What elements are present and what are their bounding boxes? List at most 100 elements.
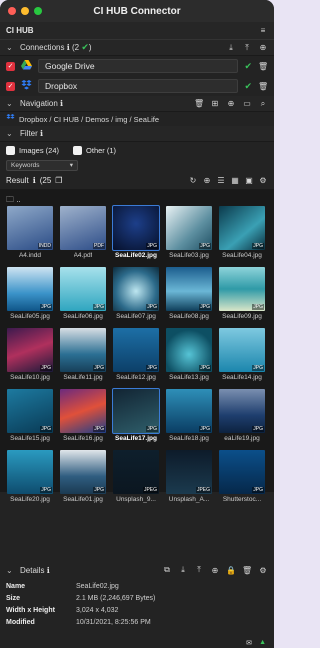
breadcrumb-path[interactable]: Dropbox / CI HUB / Demos / img / SeaLife <box>19 115 159 124</box>
file-thumbnail[interactable]: JPEG <box>166 450 212 494</box>
file-tile[interactable]: JPG SeaLife05.jpg <box>6 267 54 322</box>
upload-icon[interactable]: ⤒ <box>194 565 204 575</box>
file-tile[interactable]: JPG SeaLife04.jpg <box>218 206 266 261</box>
file-tile[interactable]: PDF A4.pdf <box>59 206 107 261</box>
chevron-down-icon[interactable]: ⌄ <box>6 566 14 575</box>
file-thumbnail[interactable]: JPG <box>60 389 106 433</box>
file-thumbnail[interactable]: JPG <box>7 267 53 311</box>
file-thumbnail[interactable]: JPG <box>219 328 265 372</box>
file-thumbnail[interactable]: JPG <box>112 388 160 434</box>
file-tile[interactable]: JPG SeaLife07.jpg <box>112 267 160 322</box>
file-tile[interactable]: JPG Shutterstoc... <box>218 450 266 505</box>
file-tile[interactable]: JPG SeaLife11.jpg <box>59 328 107 383</box>
other-checkbox[interactable] <box>73 145 83 155</box>
navigation-header[interactable]: ⌄ Navigation ℹ 🗑 ⊞ ⊕ ▭ ⌕ <box>0 96 274 112</box>
file-thumbnail[interactable]: JPG <box>112 205 160 251</box>
connections-header[interactable]: ⌄ Connections ℹ (2 ✔) ⤓ ⤒ ⊕ <box>0 40 274 56</box>
connection-row-dropbox[interactable]: ✓ Dropbox ✔ 🗑 <box>0 76 274 96</box>
file-thumbnail[interactable]: JPG <box>219 267 265 311</box>
info-icon[interactable]: ℹ <box>67 43 70 52</box>
zoom-icon[interactable]: ⊕ <box>210 566 220 575</box>
file-thumbnail[interactable]: INDD <box>7 206 53 250</box>
details-header[interactable]: ⌄ Details ℹ ⧉ ⤓ ⤒ ⊕ 🔒 🗑 ⚙ <box>0 560 274 580</box>
upload-icon[interactable]: ⤒ <box>242 43 252 53</box>
chevron-down-icon[interactable]: ⌄ <box>6 99 14 108</box>
image-view-icon[interactable]: ▣ <box>244 176 254 185</box>
google-drive-checkbox[interactable]: ✓ <box>6 61 15 71</box>
file-tile[interactable]: JPG SeaLife02.jpg <box>112 205 160 261</box>
file-thumbnail[interactable]: PDF <box>60 206 106 250</box>
file-tile[interactable]: INDD A4.indd <box>6 206 54 261</box>
file-tile[interactable]: JPG SeaLife13.jpg <box>165 328 213 383</box>
grid-view-icon[interactable]: ▦ <box>230 176 240 185</box>
file-thumbnail[interactable]: JPG <box>219 206 265 250</box>
filter-header[interactable]: ⌄ Filter ℹ <box>0 126 274 142</box>
file-tile[interactable]: JPEG Unsplash_9... <box>112 450 160 505</box>
search-icon[interactable]: ⌕ <box>258 99 268 109</box>
file-tile[interactable]: JPG SeaLife09.jpg <box>218 267 266 322</box>
close-window-button[interactable] <box>8 7 16 15</box>
file-thumbnail[interactable]: JPG <box>166 328 212 372</box>
file-tile[interactable]: JPG eaLife19.jpg <box>218 389 266 444</box>
file-tile[interactable]: JPG SeaLife12.jpg <box>112 328 160 383</box>
zoom-icon[interactable]: ⊕ <box>226 99 236 108</box>
file-thumbnail[interactable]: JPG <box>60 450 106 494</box>
list-view-icon[interactable]: ☰ <box>216 176 226 185</box>
connection-row-google-drive[interactable]: ✓ Google Drive ✔ 🗑 <box>0 56 274 76</box>
refresh-icon[interactable]: ↻ <box>188 176 198 185</box>
file-thumbnail[interactable]: JPG <box>166 389 212 433</box>
info-icon[interactable]: ℹ <box>40 129 43 138</box>
download-icon[interactable]: ⤓ <box>226 43 236 53</box>
trash-icon[interactable]: 🗑 <box>258 62 268 71</box>
zoom-window-button[interactable] <box>34 7 42 15</box>
file-tile[interactable]: JPG SeaLife10.jpg <box>6 328 54 383</box>
file-tile[interactable]: JPG SeaLife15.jpg <box>6 389 54 444</box>
file-thumbnail[interactable]: JPG <box>166 206 212 250</box>
file-tile[interactable]: JPG SeaLife06.jpg <box>59 267 107 322</box>
add-folder-icon[interactable]: ⊞ <box>210 99 220 108</box>
file-tile[interactable]: JPG SeaLife14.jpg <box>218 328 266 383</box>
google-drive-connection[interactable]: Google Drive <box>38 59 239 73</box>
add-icon[interactable]: ⊕ <box>202 176 212 185</box>
parent-folder[interactable]: 🗀 .. <box>0 190 274 204</box>
trash-icon[interactable]: 🗑 <box>258 82 268 91</box>
open-external-icon[interactable]: ⧉ <box>162 565 172 575</box>
add-connection-icon[interactable]: ⊕ <box>258 43 268 52</box>
file-thumbnail[interactable]: JPEG <box>113 450 159 494</box>
file-tile[interactable]: JPG SeaLife18.jpg <box>165 389 213 444</box>
file-tile[interactable]: JPG SeaLife20.jpg <box>6 450 54 505</box>
file-thumbnail[interactable]: JPG <box>166 267 212 311</box>
settings-icon[interactable]: ⚙ <box>258 566 268 575</box>
keywords-dropdown[interactable]: Keywords ▾ <box>6 159 78 171</box>
file-thumbnail[interactable]: JPG <box>60 267 106 311</box>
file-thumbnail[interactable]: JPG <box>113 267 159 311</box>
file-tile[interactable]: JPG SeaLife16.jpg <box>59 389 107 444</box>
images-checkbox[interactable] <box>6 145 15 155</box>
file-tile[interactable]: JPG SeaLife01.jpg <box>59 450 107 505</box>
download-icon[interactable]: ⤓ <box>178 565 188 575</box>
trash-icon[interactable]: 🗑 <box>194 99 204 108</box>
copy-icon[interactable]: ❐ <box>55 176 62 185</box>
chevron-down-icon[interactable]: ⌄ <box>6 129 14 138</box>
info-icon[interactable]: ℹ <box>47 566 50 575</box>
trash-icon[interactable]: 🗑 <box>242 566 252 575</box>
mail-icon[interactable]: ✉ <box>246 639 252 647</box>
file-thumbnail[interactable]: JPG <box>219 450 265 494</box>
info-icon[interactable]: ℹ <box>33 176 36 185</box>
file-thumbnail[interactable]: JPG <box>7 328 53 372</box>
minimize-window-button[interactable] <box>21 7 29 15</box>
file-tile[interactable]: JPG SeaLife03.jpg <box>165 206 213 261</box>
info-icon[interactable]: ℹ <box>60 99 63 108</box>
file-thumbnail[interactable]: JPG <box>113 328 159 372</box>
chevron-down-icon[interactable]: ⌄ <box>6 43 14 52</box>
file-tile[interactable]: JPEG Unsplash_A... <box>165 450 213 505</box>
file-thumbnail[interactable]: JPG <box>60 328 106 372</box>
dropbox-checkbox[interactable]: ✓ <box>6 81 15 91</box>
file-thumbnail[interactable]: JPG <box>7 389 53 433</box>
dropbox-connection[interactable]: Dropbox <box>38 79 239 93</box>
file-tile[interactable]: JPG SeaLife08.jpg <box>165 267 213 322</box>
file-thumbnail[interactable]: JPG <box>7 450 53 494</box>
file-thumbnail[interactable]: JPG <box>219 389 265 433</box>
lock-icon[interactable]: 🔒 <box>226 566 236 575</box>
menu-icon[interactable]: ≡ <box>258 26 268 35</box>
